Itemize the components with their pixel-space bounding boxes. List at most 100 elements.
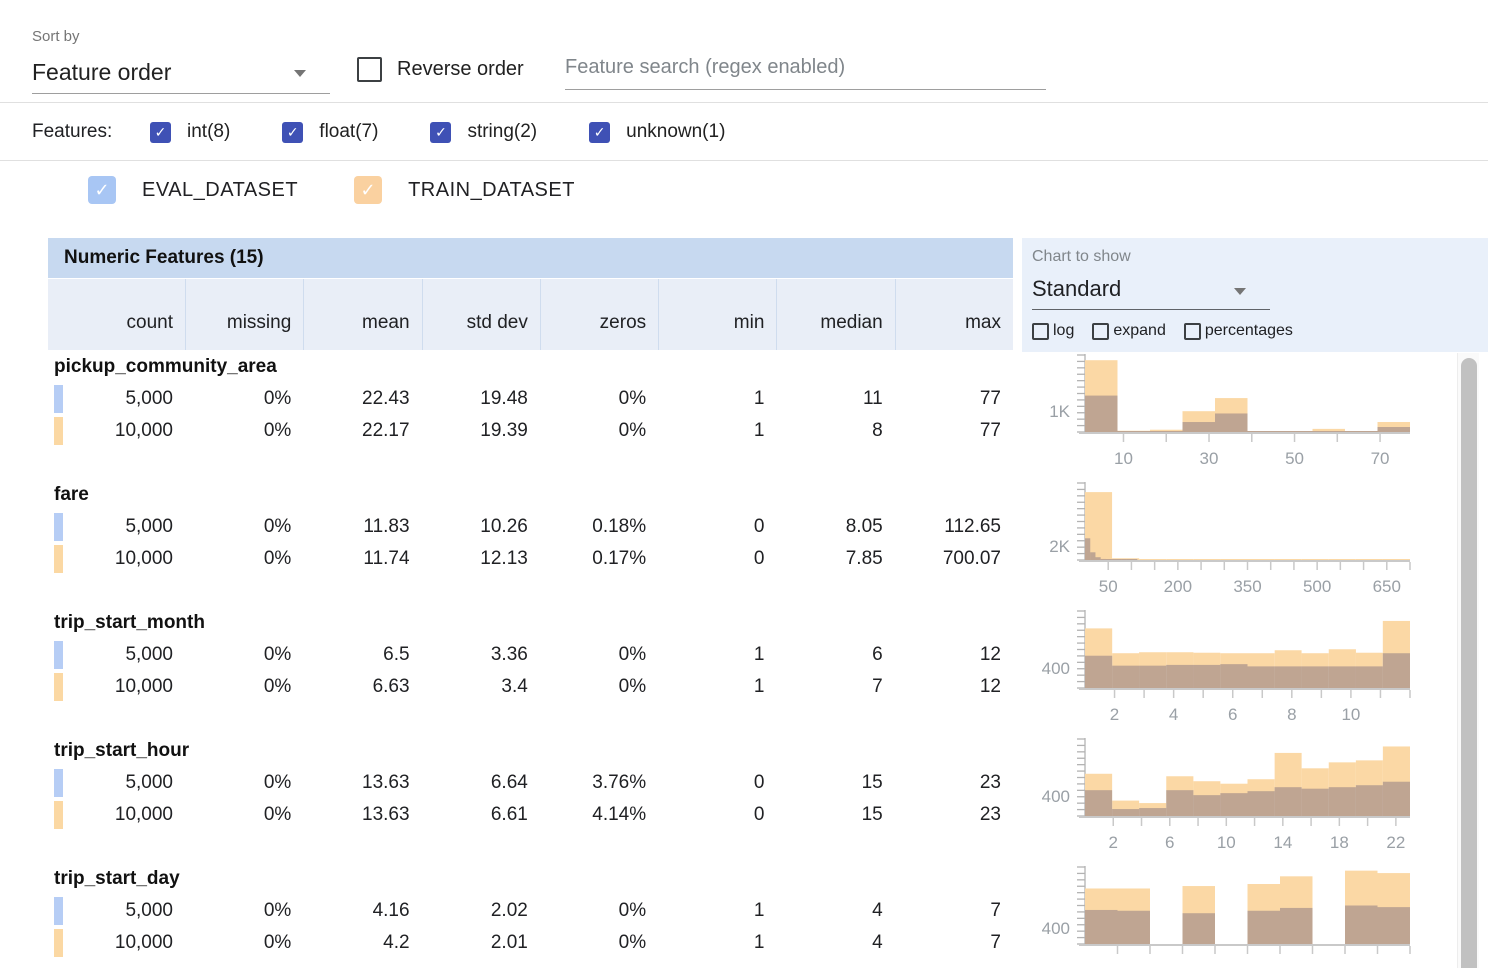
features-list: pickup_community_area 5,0000%22.4319.480…	[0, 352, 1488, 968]
stat-cell: 4	[776, 895, 894, 927]
stat-cell: 23	[895, 767, 1013, 799]
feature-block: trip_start_day 5,0000%4.162.020%147 10,0…	[0, 864, 1488, 968]
filter-item: ✓string(2)	[430, 121, 537, 143]
x-tick-label: 500	[1303, 577, 1331, 596]
chevron-down-icon	[1234, 288, 1246, 295]
chart-option-toggles: logexpandpercentages	[1032, 322, 1293, 340]
feature-block: trip_start_month 5,0000%6.53.360%1612 10…	[0, 608, 1488, 736]
stat-cell: 6.5	[303, 639, 421, 671]
stat-cell: 6.63	[303, 671, 421, 703]
column-header: max	[895, 279, 1013, 350]
filter-label: int(8)	[187, 121, 230, 143]
feature-block: pickup_community_area 5,0000%22.4319.480…	[0, 352, 1488, 480]
feature-type-filter-bar: Features: ✓int(8)✓float(7)✓string(2)✓unk…	[0, 104, 1488, 161]
chart-option-checkbox[interactable]	[1092, 323, 1109, 340]
stat-row-train: 10,0000%13.636.614.14%01523	[48, 799, 1013, 831]
scrollbar-thumb[interactable]	[1461, 358, 1477, 968]
feature-type-filters: ✓int(8)✓float(7)✓string(2)✓unknown(1)	[150, 104, 725, 160]
x-tick-label: 10	[1341, 705, 1360, 724]
stat-cell: 0%	[185, 671, 303, 703]
stat-cell: 4	[776, 927, 894, 959]
stat-cell: 77	[895, 415, 1013, 447]
stat-row-eval: 5,0000%11.8310.260.18%08.05112.65	[48, 511, 1013, 543]
feature-block: trip_start_hour 5,0000%13.636.643.76%015…	[0, 736, 1488, 864]
stat-cell: 0	[658, 799, 776, 831]
stat-cell: 0%	[540, 383, 658, 415]
stat-cell: 23	[895, 799, 1013, 831]
stat-cell: 4.2	[303, 927, 421, 959]
stat-cell: 0%	[185, 927, 303, 959]
chart-option: expand	[1092, 322, 1166, 340]
chart-option-label: log	[1053, 322, 1074, 340]
stat-cell: 700.07	[895, 543, 1013, 575]
stat-cell: 3.36	[422, 639, 540, 671]
train-color-chip	[54, 545, 63, 573]
filter-checkbox[interactable]: ✓	[589, 122, 610, 143]
chart-option-label: expand	[1113, 322, 1166, 340]
stat-cell: 12	[895, 639, 1013, 671]
stat-cell: 3.76%	[540, 767, 658, 799]
y-axis-label: 400	[1042, 919, 1070, 938]
feature-search-input[interactable]	[565, 50, 1046, 90]
stat-cell: 7	[895, 895, 1013, 927]
x-tick-label: 70	[1371, 449, 1390, 468]
stat-cell: 10,000	[48, 671, 185, 703]
feature-block: fare 5,0000%11.8310.260.18%08.05112.65 1…	[0, 480, 1488, 608]
stat-cell: 7.85	[776, 543, 894, 575]
stat-cell: 0%	[540, 639, 658, 671]
stat-cell: 15	[776, 767, 894, 799]
filter-checkbox[interactable]: ✓	[430, 122, 451, 143]
stat-cell: 0%	[185, 543, 303, 575]
dataset-legend-item: ✓EVAL_DATASET	[88, 176, 298, 204]
x-tick-label: 8	[1287, 705, 1296, 724]
stat-cell: 1	[658, 639, 776, 671]
x-tick-label: 18	[1330, 833, 1349, 852]
stat-cell: 4.14%	[540, 799, 658, 831]
stat-row-train: 10,0000%22.1719.390%1877	[48, 415, 1013, 447]
stat-cell: 112.65	[895, 511, 1013, 543]
sort-order-dropdown[interactable]: Feature order	[32, 54, 330, 94]
y-axis-label: 400	[1042, 787, 1070, 806]
chart-option-checkbox[interactable]	[1184, 323, 1201, 340]
histogram-svg: 502003505006502K	[1024, 480, 1434, 608]
chart-type-dropdown[interactable]: Standard	[1032, 272, 1270, 310]
scrollbar-track[interactable]	[1457, 353, 1479, 968]
stat-cell: 0%	[185, 383, 303, 415]
eval-color-chip	[54, 769, 63, 797]
stat-row-train: 10,0000%6.633.40%1712	[48, 671, 1013, 703]
histogram-svg: 2610141822400	[1024, 736, 1434, 864]
stat-row-eval: 5,0000%22.4319.480%11177	[48, 383, 1013, 415]
filter-checkbox[interactable]: ✓	[150, 122, 171, 143]
dataset-legend-item: ✓ TRAIN_DATASET	[354, 176, 575, 204]
x-tick-label: 10	[1114, 449, 1133, 468]
stat-cell: 13.63	[303, 799, 421, 831]
filter-checkbox[interactable]: ✓	[282, 122, 303, 143]
reverse-order-checkbox[interactable]	[357, 57, 382, 82]
x-tick-label: 50	[1099, 577, 1118, 596]
stat-cell: 12	[895, 671, 1013, 703]
stat-cell: 5,000	[48, 383, 185, 415]
stats-column-headers: countmissingmeanstd devzerosminmedianmax	[48, 279, 1013, 350]
y-axis-label: 400	[1042, 659, 1070, 678]
x-tick-label: 2	[1109, 833, 1118, 852]
stat-cell: 0%	[185, 415, 303, 447]
filter-item: ✓ int(8)	[150, 121, 230, 143]
x-tick-label: 350	[1233, 577, 1261, 596]
dataset-checkbox[interactable]: ✓	[354, 176, 382, 204]
stat-cell: 13.63	[303, 767, 421, 799]
stat-cell: 1	[658, 415, 776, 447]
stat-cell: 77	[895, 383, 1013, 415]
column-header: median	[776, 279, 894, 350]
stat-cell: 0.17%	[540, 543, 658, 575]
dataset-label: TRAIN_DATASET	[408, 179, 575, 202]
feature-name: trip_start_month	[54, 612, 205, 634]
train-color-chip	[54, 929, 63, 957]
stat-cell: 6	[776, 639, 894, 671]
chart-option-checkbox[interactable]	[1032, 323, 1049, 340]
numeric-features-title: Numeric Features (15)	[64, 247, 264, 269]
chevron-down-icon	[294, 70, 306, 77]
x-tick-label: 50	[1285, 449, 1304, 468]
feature-histogram: 502003505006502K	[1024, 480, 1434, 608]
x-tick-label: 22	[1386, 833, 1405, 852]
dataset-checkbox[interactable]: ✓	[88, 176, 116, 204]
